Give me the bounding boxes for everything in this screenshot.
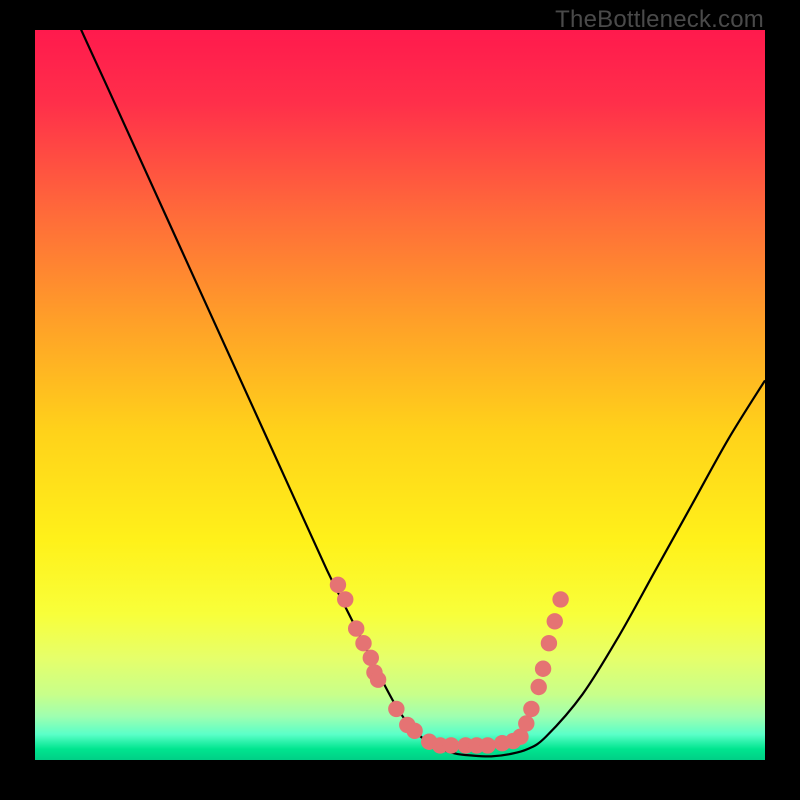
data-marker	[552, 591, 568, 607]
data-marker	[518, 715, 534, 731]
data-marker	[479, 737, 495, 753]
data-marker	[370, 672, 386, 688]
data-marker	[535, 661, 551, 677]
data-marker	[523, 701, 539, 717]
chart-svg	[35, 30, 765, 760]
data-marker	[330, 577, 346, 593]
data-marker	[363, 650, 379, 666]
plot-area	[35, 30, 765, 760]
data-marker	[337, 591, 353, 607]
data-marker	[355, 635, 371, 651]
data-marker	[547, 613, 563, 629]
data-marker	[531, 679, 547, 695]
chart-container: { "watermark": "TheBottleneck.com", "col…	[0, 0, 800, 800]
data-marker	[541, 635, 557, 651]
data-marker	[443, 737, 459, 753]
gradient-background	[35, 30, 765, 760]
data-marker	[406, 723, 422, 739]
data-marker	[388, 701, 404, 717]
data-marker	[348, 620, 364, 636]
